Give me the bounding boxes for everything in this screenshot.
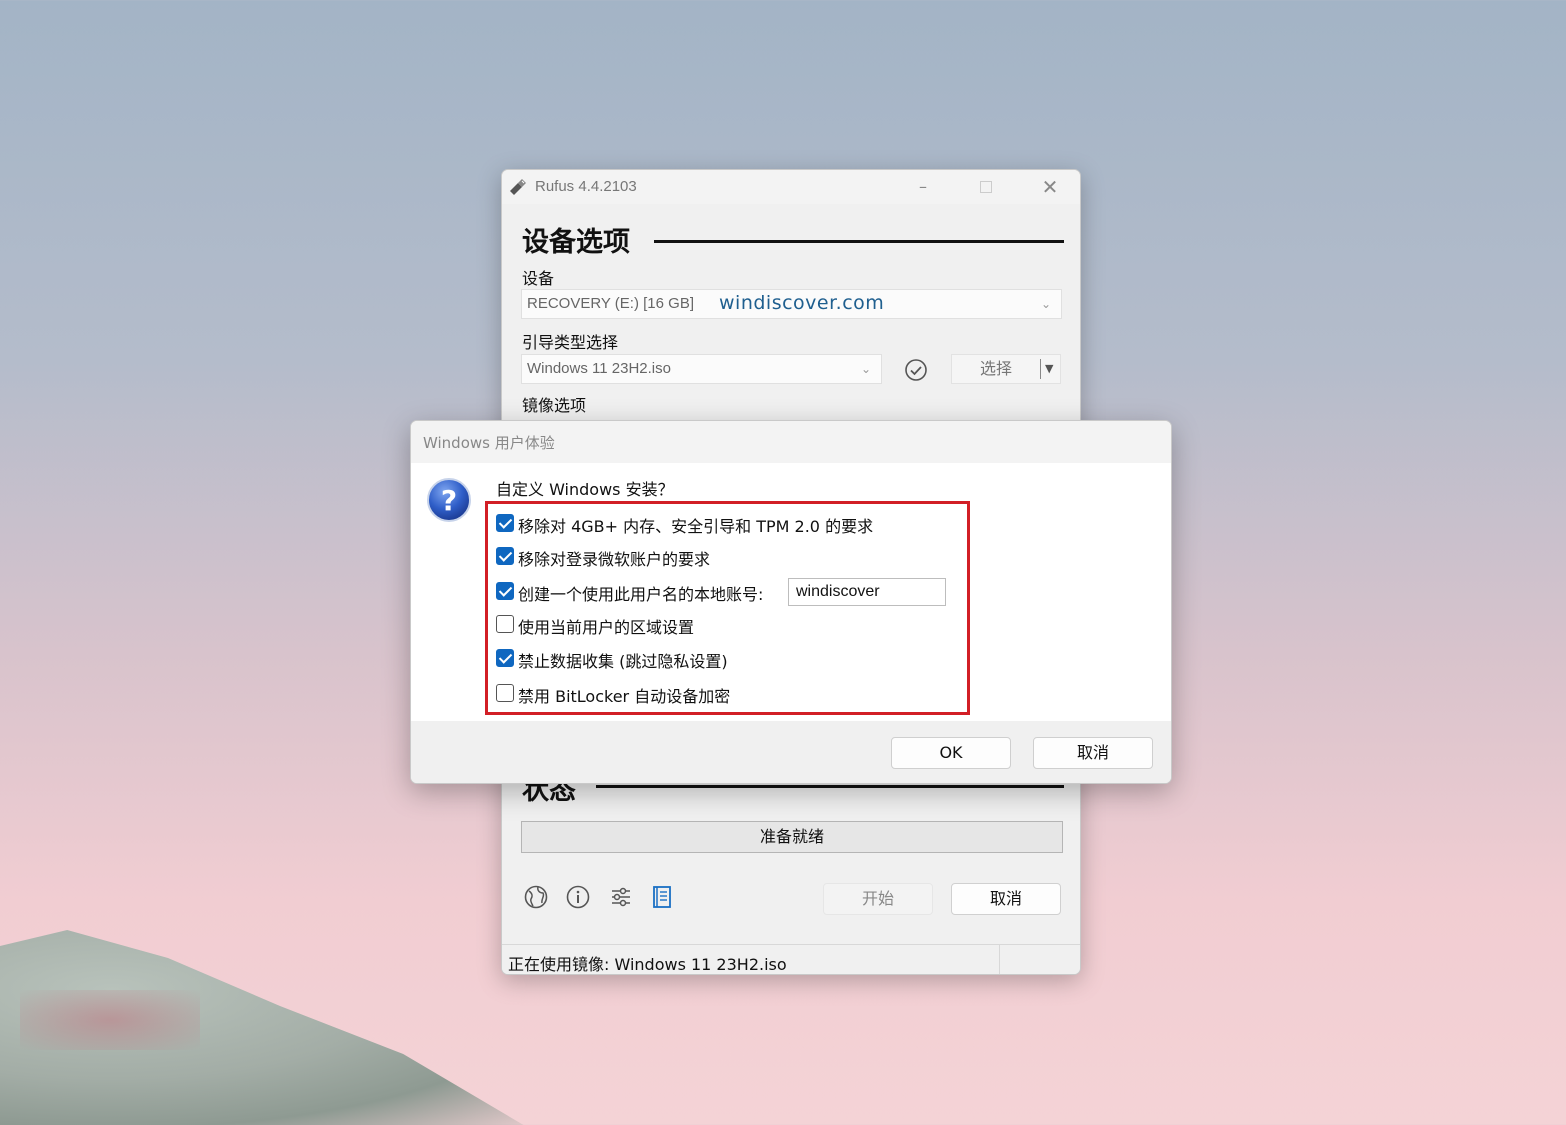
checkbox-checked[interactable]: [496, 582, 514, 600]
select-button[interactable]: 选择 ▼: [951, 354, 1061, 384]
option-label: 禁用 BitLocker 自动设备加密: [518, 687, 731, 706]
dialog-title-bar: Windows 用户体验: [411, 421, 1171, 463]
status-progress-bar: 准备就绪: [521, 821, 1063, 853]
chevron-down-icon: ⌄: [1040, 297, 1051, 311]
image-options-label: 镜像选项: [522, 396, 587, 415]
start-button[interactable]: 开始: [823, 883, 933, 915]
watermark-text: windiscover.com: [719, 292, 885, 314]
maximize-icon[interactable]: [965, 174, 1007, 200]
ok-button[interactable]: OK: [891, 737, 1011, 769]
rufus-usb-icon: [510, 179, 526, 195]
checkbox-checked[interactable]: [496, 649, 514, 667]
footer-text: 正在使用镜像: Windows 11 23H2.iso: [508, 955, 787, 974]
option-label: 移除对登录微软账户的要求: [518, 550, 711, 569]
status-text: 准备就绪: [759, 827, 824, 846]
section-divider: [654, 240, 1064, 243]
title-bar: Rufus 4.4.2103 – ✕: [502, 170, 1080, 204]
log-icon[interactable]: [649, 884, 675, 910]
option-label: 禁止数据收集 (跳过隐私设置): [518, 652, 728, 671]
check-circle-icon[interactable]: [904, 358, 928, 382]
device-options-heading: 设备选项: [522, 227, 630, 258]
local-username-input[interactable]: [788, 578, 946, 606]
boot-type-label: 引导类型选择: [522, 333, 619, 352]
footer-divider: [999, 945, 1000, 974]
chevron-down-icon: ⌄: [860, 362, 871, 376]
option-label: 创建一个使用此用户名的本地账号:: [518, 585, 764, 604]
dialog-cancel-button[interactable]: 取消: [1033, 737, 1153, 769]
svg-text:?: ?: [441, 484, 457, 517]
split-divider: [1040, 359, 1041, 379]
option-label: 使用当前用户的区域设置: [518, 618, 695, 637]
split-arrow-icon[interactable]: ▼: [1045, 355, 1053, 383]
settings-sliders-icon[interactable]: [608, 884, 634, 910]
checkbox-checked[interactable]: [496, 547, 514, 565]
globe-icon[interactable]: [523, 884, 549, 910]
dialog-button-bar: OK 取消: [411, 721, 1171, 783]
boot-type-select[interactable]: Windows 11 23H2.iso ⌄: [521, 354, 882, 384]
close-icon[interactable]: ✕: [1029, 174, 1071, 200]
question-icon: ?: [427, 478, 471, 522]
cancel-button[interactable]: 取消: [951, 883, 1061, 915]
device-label: 设备: [522, 269, 555, 288]
window-title: Rufus 4.4.2103: [535, 178, 637, 195]
checkbox-unchecked[interactable]: [496, 684, 514, 702]
device-select-value: RECOVERY (E:) [16 GB]: [527, 295, 694, 312]
select-button-label: 选择: [979, 359, 1012, 378]
checkbox-checked[interactable]: [496, 514, 514, 532]
minimize-icon[interactable]: –: [902, 174, 944, 200]
dialog-title: Windows 用户体验: [423, 434, 555, 452]
dialog-question: 自定义 Windows 安装？: [496, 480, 674, 499]
section-divider: [596, 785, 1064, 788]
background-hill-shade: [20, 990, 200, 1050]
windows-user-experience-dialog: Windows 用户体验 ? 自定义 Windows 安装？ 移除对 4GB+ …: [410, 420, 1172, 784]
option-label: 移除对 4GB+ 内存、安全引导和 TPM 2.0 的要求: [518, 517, 874, 536]
status-footer: 正在使用镜像: Windows 11 23H2.iso: [502, 944, 1080, 974]
info-icon[interactable]: [565, 884, 591, 910]
boot-type-value: Windows 11 23H2.iso: [527, 360, 671, 377]
checkbox-unchecked[interactable]: [496, 615, 514, 633]
